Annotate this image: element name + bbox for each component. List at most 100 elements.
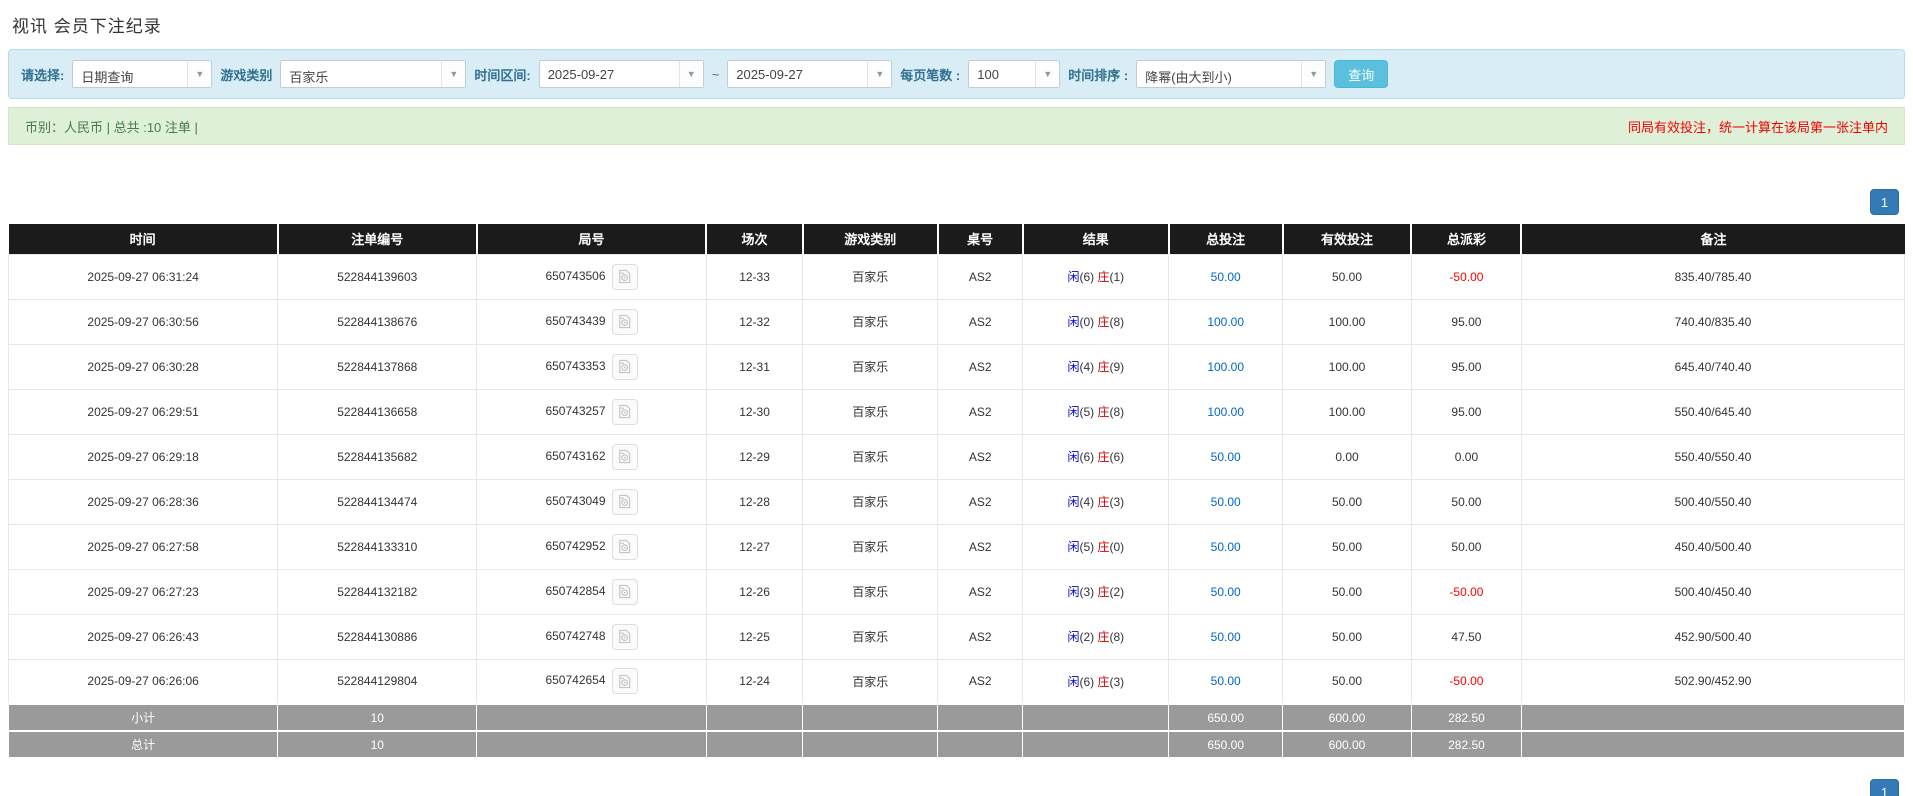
cell-time: 2025-09-27 06:30:56 (9, 299, 278, 344)
total-bet-link[interactable]: 50.00 (1211, 450, 1241, 464)
page-size-select[interactable]: 100 ▼ (968, 60, 1060, 88)
result-player-score: (3) (1079, 585, 1094, 599)
cell-time: 2025-09-27 06:26:43 (9, 614, 278, 659)
subtotal-empty (477, 704, 706, 731)
result-banker-label: 庄 (1097, 540, 1109, 554)
betting-records-page: 视讯 会员下注纪录 请选择: 日期查询 ▼ 游戏类别 百家乐 ▼ 时间区间: 2… (0, 0, 1913, 796)
cell-time: 2025-09-27 06:29:18 (9, 434, 278, 479)
header-bet-id: 注单编号 (278, 224, 477, 254)
total-bet-link[interactable]: 100.00 (1207, 360, 1244, 374)
cell-session: 12-32 (706, 299, 803, 344)
cell-valid-bet: 50.00 (1283, 254, 1412, 299)
cell-time: 2025-09-27 06:27:23 (9, 569, 278, 614)
table-row: 2025-09-27 06:29:51 522844136658 6507432… (9, 389, 1905, 434)
result-banker-score: (6) (1109, 450, 1124, 464)
video-replay-button[interactable] (612, 399, 638, 425)
total-bet-link[interactable]: 50.00 (1211, 540, 1241, 554)
chevron-down-icon: ▼ (679, 61, 703, 87)
table-row: 2025-09-27 06:26:43 522844130886 6507427… (9, 614, 1905, 659)
header-result: 结果 (1023, 224, 1169, 254)
header-remark: 备注 (1521, 224, 1904, 254)
cell-table-no: AS2 (938, 434, 1023, 479)
cell-session: 12-30 (706, 389, 803, 434)
video-replay-button[interactable] (612, 534, 638, 560)
cell-time: 2025-09-27 06:26:06 (9, 659, 278, 704)
result-banker-label: 庄 (1097, 585, 1109, 599)
header-session: 场次 (706, 224, 803, 254)
round-id-text: 650743257 (545, 404, 605, 418)
table-footer: 小计 10 650.00 600.00 282.50 总计 10 (9, 704, 1905, 758)
filter-bar: 请选择: 日期查询 ▼ 游戏类别 百家乐 ▼ 时间区间: 2025-09-27 … (8, 49, 1905, 99)
video-replay-button[interactable] (612, 624, 638, 650)
video-replay-icon (617, 449, 632, 464)
video-replay-button[interactable] (612, 354, 638, 380)
cell-total-bet: 50.00 (1169, 434, 1283, 479)
video-replay-button[interactable] (612, 489, 638, 515)
table-row: 2025-09-27 06:30:56 522844138676 6507434… (9, 299, 1905, 344)
page-1-button[interactable]: 1 (1870, 779, 1899, 796)
result-player-score: (4) (1079, 495, 1094, 509)
subtotal-payout: 282.50 (1411, 704, 1521, 731)
total-valid-bet: 600.00 (1283, 731, 1412, 758)
cell-game-type: 百家乐 (803, 479, 938, 524)
cell-valid-bet: 50.00 (1283, 569, 1412, 614)
subtotal-empty (938, 704, 1023, 731)
result-player-label: 闲 (1067, 540, 1079, 554)
date-from-value: 2025-09-27 (540, 61, 679, 87)
video-replay-icon (617, 359, 632, 374)
video-replay-button[interactable] (612, 668, 638, 694)
video-replay-button[interactable] (612, 309, 638, 335)
table-row: 2025-09-27 06:27:23 522844132182 6507428… (9, 569, 1905, 614)
valid-bet-notice: 同局有效投注，统一计算在该局第一张注单内 (1628, 117, 1888, 136)
game-type-select[interactable]: 百家乐 ▼ (280, 60, 466, 88)
time-sort-value: 降幂(由大到小) (1137, 61, 1301, 87)
total-empty (803, 731, 938, 758)
video-replay-button[interactable] (612, 444, 638, 470)
cell-payout: 95.00 (1411, 344, 1521, 389)
video-replay-button[interactable] (612, 579, 638, 605)
video-replay-button[interactable] (612, 264, 638, 290)
header-valid-bet: 有效投注 (1283, 224, 1412, 254)
round-id-text: 650742654 (545, 673, 605, 687)
total-bet-link[interactable]: 100.00 (1207, 405, 1244, 419)
cell-payout: 50.00 (1411, 479, 1521, 524)
total-bet-link[interactable]: 50.00 (1211, 585, 1241, 599)
header-table-no: 桌号 (938, 224, 1023, 254)
round-id-text: 650742952 (545, 539, 605, 553)
round-id-text: 650743506 (545, 269, 605, 283)
result-banker-score: (0) (1109, 540, 1124, 554)
search-button[interactable]: 查询 (1334, 60, 1388, 88)
cell-time: 2025-09-27 06:27:58 (9, 524, 278, 569)
cell-total-bet: 100.00 (1169, 344, 1283, 389)
total-bet-link[interactable]: 50.00 (1211, 270, 1241, 284)
cell-total-bet: 50.00 (1169, 614, 1283, 659)
time-sort-select[interactable]: 降幂(由大到小) ▼ (1136, 60, 1326, 88)
result-player-label: 闲 (1067, 585, 1079, 599)
date-range-label: 时间区间: (474, 65, 530, 84)
cell-table-no: AS2 (938, 614, 1023, 659)
page-1-button[interactable]: 1 (1870, 189, 1899, 215)
total-bet-link[interactable]: 50.00 (1211, 495, 1241, 509)
range-separator: ~ (712, 67, 720, 82)
cell-game-type: 百家乐 (803, 299, 938, 344)
cell-session: 12-25 (706, 614, 803, 659)
result-player-score: (6) (1079, 450, 1094, 464)
total-bet-link[interactable]: 50.00 (1211, 674, 1241, 688)
result-banker-label: 庄 (1097, 675, 1109, 689)
query-type-select[interactable]: 日期查询 ▼ (72, 60, 212, 88)
table-row: 2025-09-27 06:31:24 522844139603 6507435… (9, 254, 1905, 299)
total-bet-link[interactable]: 100.00 (1207, 315, 1244, 329)
cell-remark: 500.40/450.40 (1521, 569, 1904, 614)
cell-game-type: 百家乐 (803, 659, 938, 704)
cell-game-type: 百家乐 (803, 344, 938, 389)
total-bet-link[interactable]: 50.00 (1211, 630, 1241, 644)
date-to-select[interactable]: 2025-09-27 ▼ (727, 60, 892, 88)
cell-valid-bet: 100.00 (1283, 344, 1412, 389)
date-from-select[interactable]: 2025-09-27 ▼ (539, 60, 704, 88)
cell-round-id: 650742748 (477, 614, 706, 659)
game-type-label: 游戏类别 (220, 65, 272, 84)
cell-remark: 450.40/500.40 (1521, 524, 1904, 569)
subtotal-label: 小计 (9, 704, 278, 731)
total-total-bet: 650.00 (1169, 731, 1283, 758)
round-id-text: 650742854 (545, 584, 605, 598)
